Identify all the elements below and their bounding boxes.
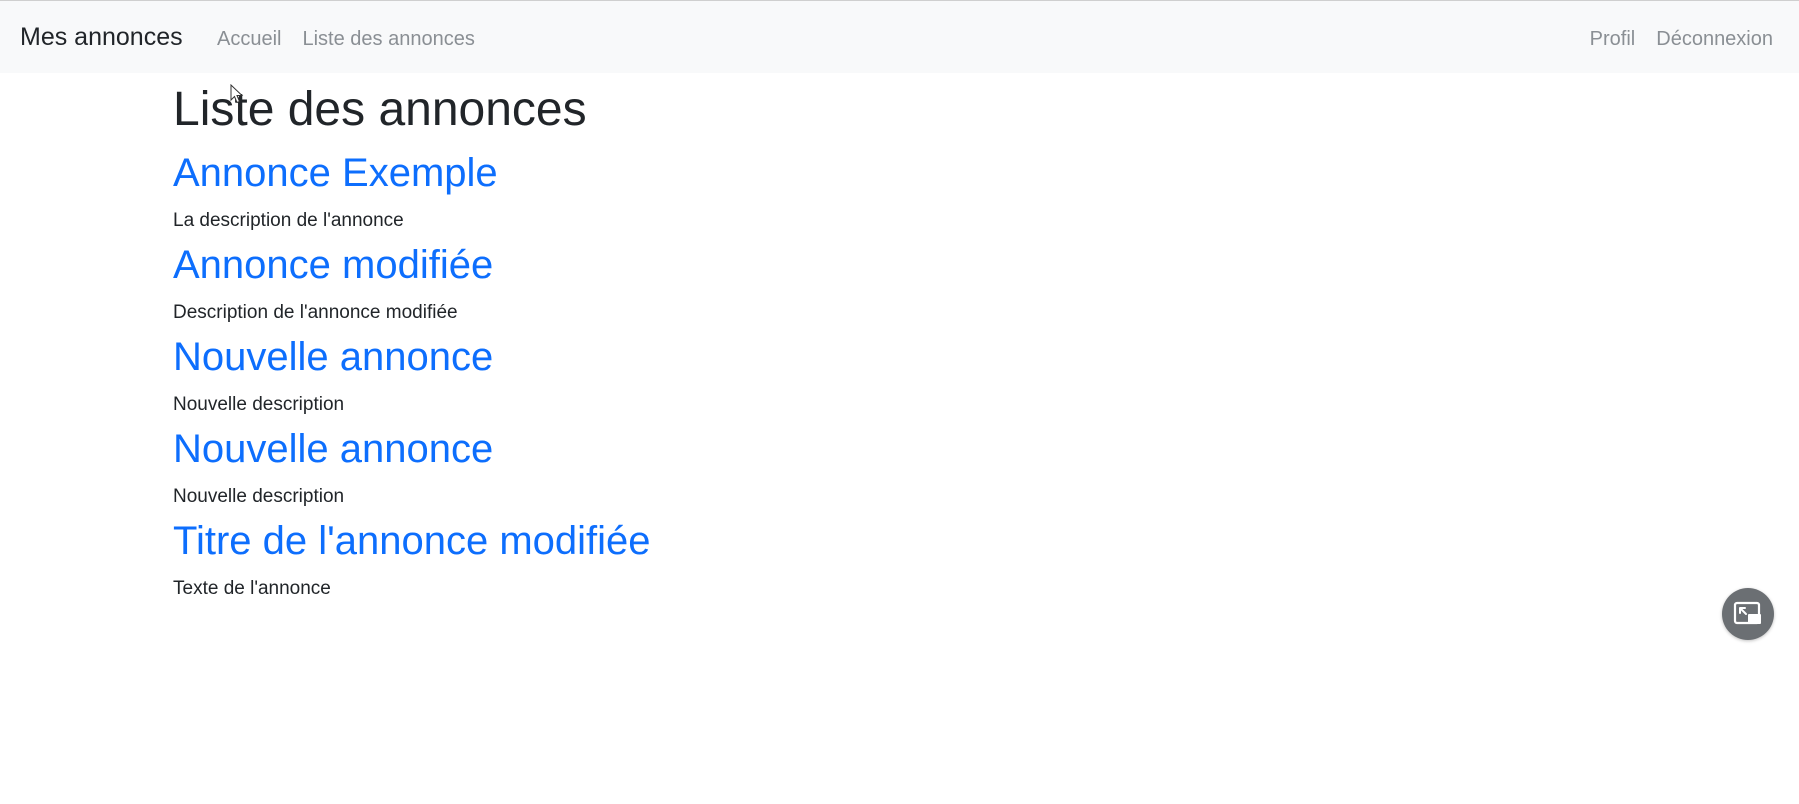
list-item: Nouvelle annonce Nouvelle description [173, 424, 1573, 509]
nav-left: Accueil Liste des annonces [217, 28, 475, 51]
nav-link-profil[interactable]: Profil [1590, 28, 1636, 51]
page-title: Liste des annonces [173, 83, 587, 136]
brand-link[interactable]: Mes annonces [20, 23, 183, 52]
ad-description: Nouvelle description [173, 394, 345, 415]
list-item: Annonce modifiée Description de l'annonc… [173, 240, 1573, 325]
mouse-pointer-icon [230, 84, 244, 104]
nav-link-deconnexion[interactable]: Déconnexion [1656, 28, 1773, 51]
ad-title-link[interactable]: Annonce modifiée [173, 240, 1573, 290]
picture-in-picture-button[interactable] [1722, 588, 1774, 640]
picture-in-picture-icon [1733, 601, 1761, 625]
list-item: Titre de l'annonce modifiée Texte de l'a… [173, 516, 1573, 601]
ad-description: Nouvelle description [173, 486, 345, 507]
ad-description: Texte de l'annonce [173, 578, 331, 599]
main-content: Liste des annonces Annonce Exemple La de… [173, 80, 1573, 608]
navbar: Mes annonces Accueil Liste des annonces … [0, 0, 1799, 73]
nav-link-accueil[interactable]: Accueil [217, 28, 281, 51]
ad-title-link[interactable]: Nouvelle annonce [173, 424, 1573, 474]
ad-title-link[interactable]: Titre de l'annonce modifiée [173, 516, 1573, 566]
list-item: Nouvelle annonce Nouvelle description [173, 332, 1573, 417]
nav-link-liste-annonces[interactable]: Liste des annonces [302, 28, 474, 51]
ad-description: Description de l'annonce modifiée [173, 302, 458, 323]
ad-description: La description de l'annonce [173, 210, 404, 231]
list-item: Annonce Exemple La description de l'anno… [173, 148, 1573, 233]
ad-title-link[interactable]: Nouvelle annonce [173, 332, 1573, 382]
nav-right: Profil Déconnexion [1590, 28, 1773, 51]
ad-title-link[interactable]: Annonce Exemple [173, 148, 1573, 198]
